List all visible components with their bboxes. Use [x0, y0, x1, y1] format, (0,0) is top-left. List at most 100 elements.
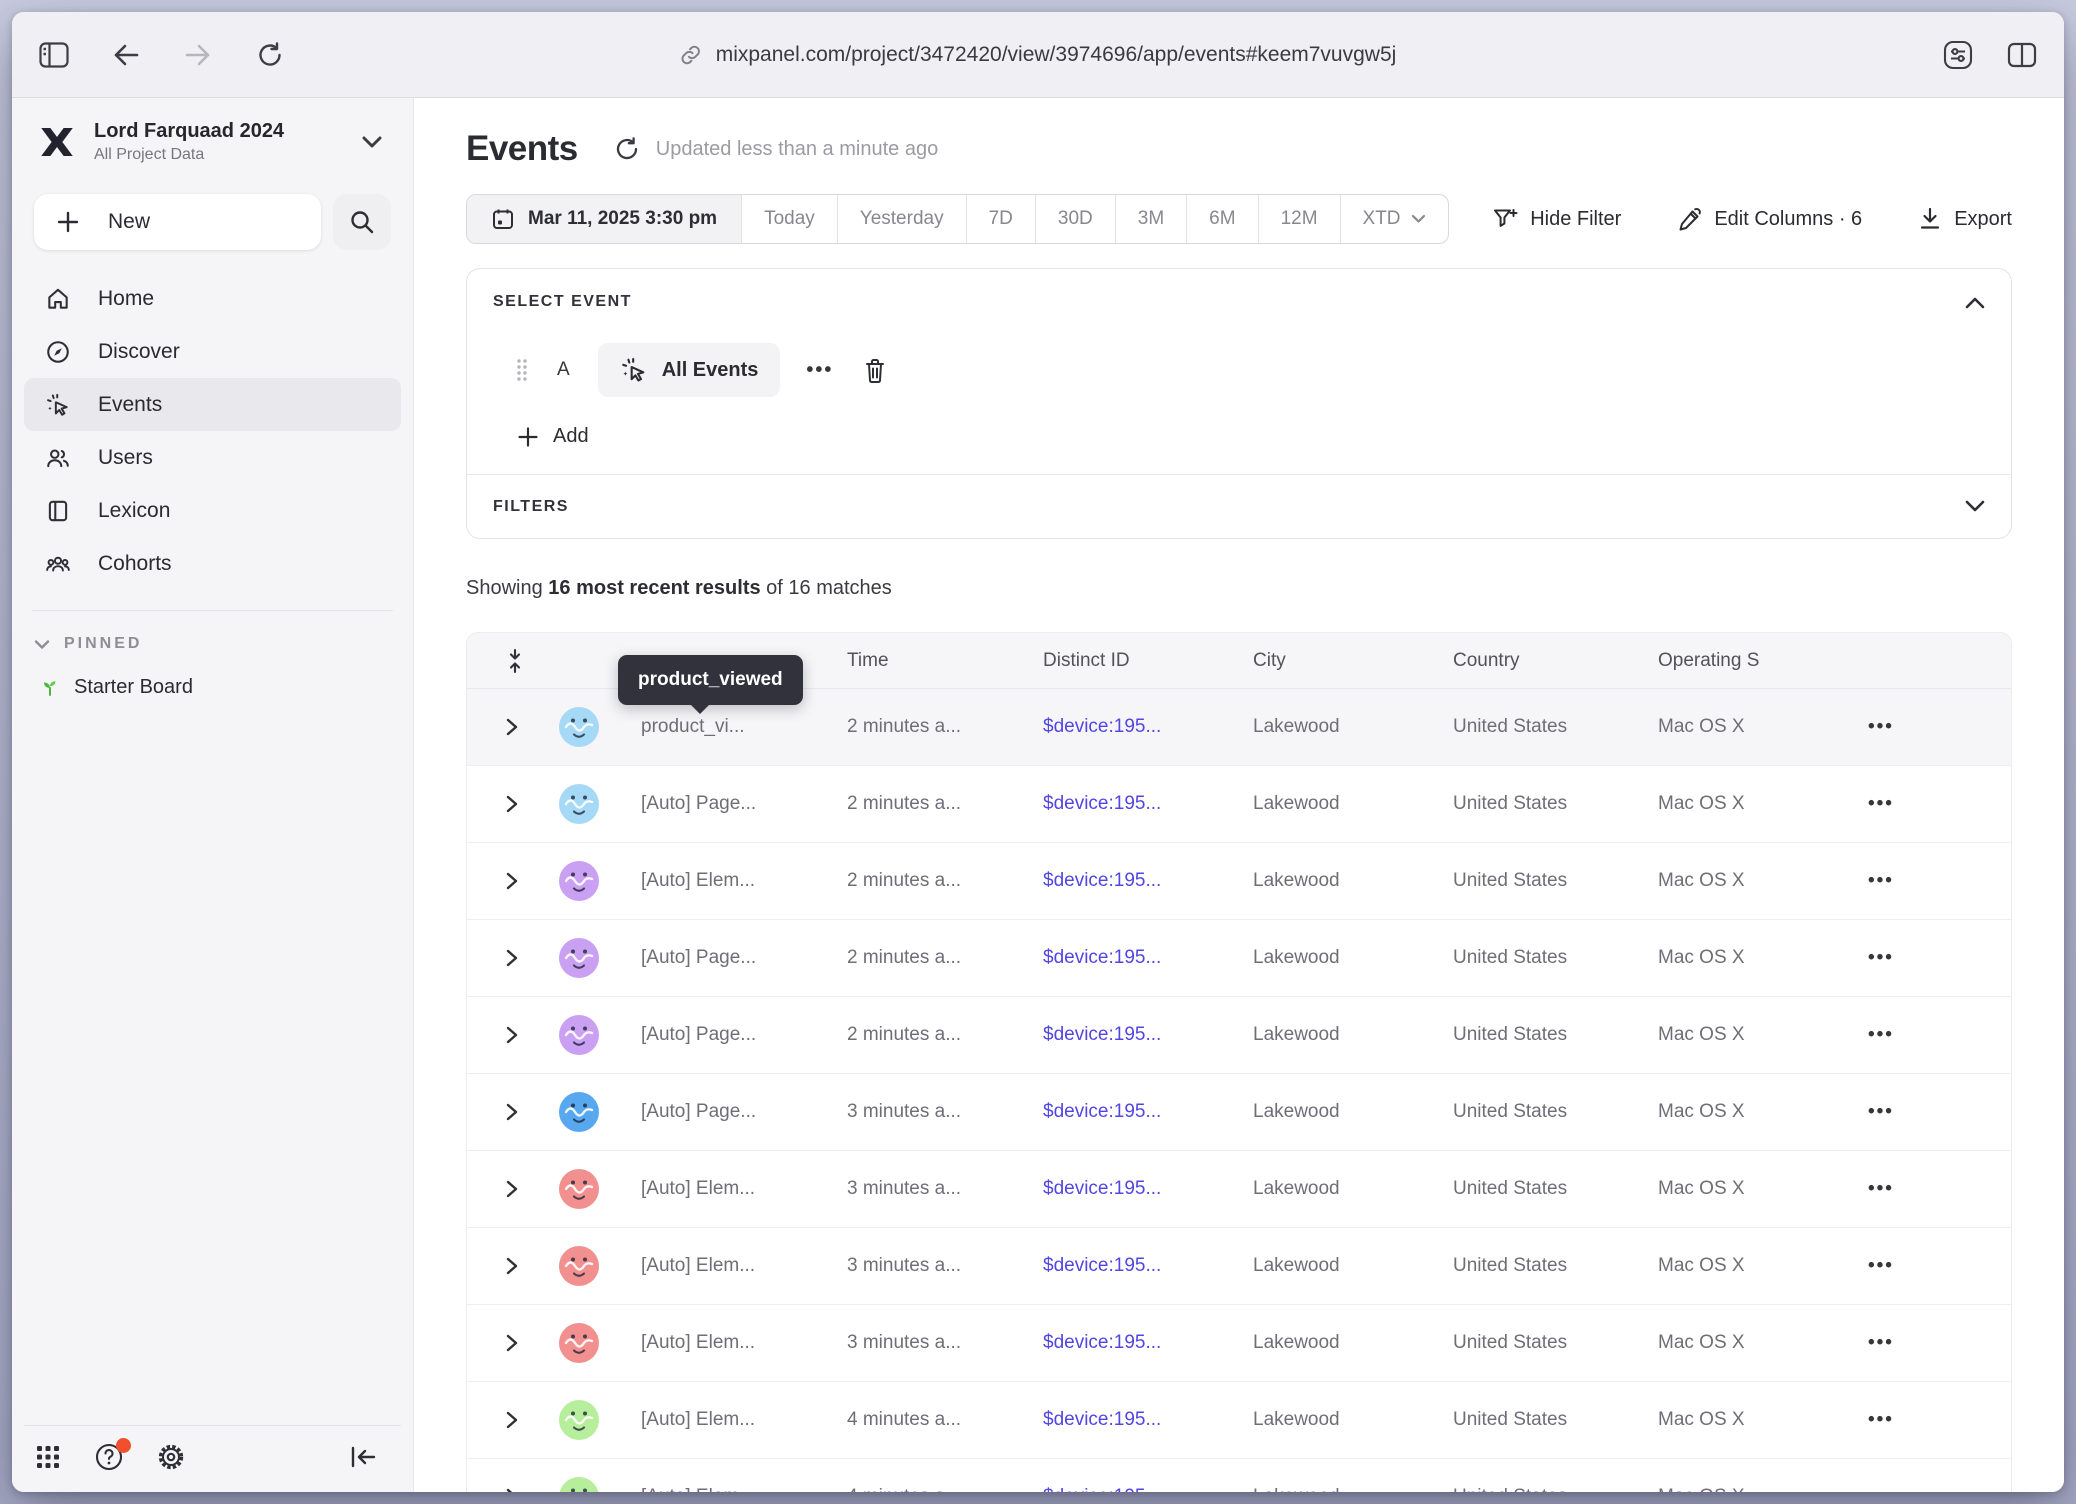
collapse-all-icon[interactable] [505, 648, 525, 674]
expand-row-icon[interactable] [505, 1487, 519, 1492]
sidebar-item-discover[interactable]: Discover [24, 325, 401, 378]
all-events-chip[interactable]: All Events [598, 343, 781, 397]
distinct-id-link[interactable]: $device:195... [1043, 1178, 1253, 1200]
row-actions-button[interactable]: ••• [1838, 793, 2011, 815]
row-actions-button[interactable]: ••• [1838, 1024, 2011, 1046]
reload-button[interactable] [254, 39, 286, 71]
datetime-segment[interactable]: Mar 11, 2025 3:30 pm [467, 195, 741, 243]
row-actions-button[interactable]: ••• [1838, 716, 2011, 738]
date-preset-button[interactable]: 30D [1035, 195, 1115, 243]
table-row[interactable]: [Auto] Page... 2 minutes a... $device:19… [467, 766, 2011, 843]
table-row[interactable]: [Auto] Page... 2 minutes a... $device:19… [467, 997, 2011, 1074]
sidebar-toggle-icon[interactable] [38, 39, 70, 71]
row-actions-button[interactable]: ••• [1838, 1178, 2011, 1200]
table-row[interactable]: [Auto] Elem... 4 minutes a... $device:19… [467, 1459, 2011, 1492]
expand-row-icon[interactable] [505, 1333, 519, 1353]
event-options-button[interactable]: ••• [806, 359, 833, 382]
sidebar-item-home[interactable]: Home [24, 272, 401, 325]
distinct-id-link[interactable]: $device:195... [1043, 1486, 1253, 1492]
expand-row-icon[interactable] [505, 794, 519, 814]
add-event-button[interactable]: Add [517, 425, 589, 448]
expand-row-icon[interactable] [505, 1256, 519, 1276]
address-bar[interactable]: mixpanel.com/project/3472420/view/397469… [680, 43, 1397, 67]
chevron-down-icon[interactable] [1965, 500, 1985, 513]
sidebar-item-events[interactable]: Events [24, 378, 401, 431]
column-header[interactable]: City [1253, 650, 1453, 672]
sidebar-item-users[interactable]: Users [24, 431, 401, 484]
expand-row-icon[interactable] [505, 871, 519, 891]
row-actions-button[interactable]: ••• [1838, 1332, 2011, 1354]
date-preset-button[interactable]: 6M [1186, 195, 1257, 243]
table-row[interactable]: [Auto] Page... 2 minutes a... $device:19… [467, 920, 2011, 997]
distinct-id-link[interactable]: $device:195... [1043, 1024, 1253, 1046]
cursor-sparkle-icon [44, 392, 72, 418]
date-preset-button[interactable]: Today [741, 195, 837, 243]
date-preset-button[interactable]: 12M [1258, 195, 1340, 243]
book-icon [44, 498, 72, 524]
search-button[interactable] [333, 194, 391, 250]
row-actions-button[interactable]: ••• [1838, 1409, 2011, 1431]
sprout-icon [38, 675, 62, 699]
table-row[interactable]: [Auto] Elem... 4 minutes a... $device:19… [467, 1382, 2011, 1459]
distinct-id-link[interactable]: $device:195... [1043, 947, 1253, 969]
distinct-id-link[interactable]: $device:195... [1043, 1255, 1253, 1277]
row-actions-button[interactable]: ••• [1838, 1101, 2011, 1123]
distinct-id-link[interactable]: $device:195... [1043, 870, 1253, 892]
split-view-icon[interactable] [2006, 39, 2038, 71]
column-header[interactable]: Time [847, 650, 1043, 672]
date-preset-button[interactable]: 7D [966, 195, 1035, 243]
table-row[interactable]: [Auto] Elem... 2 minutes a... $device:19… [467, 843, 2011, 920]
date-preset-button[interactable]: 3M [1115, 195, 1186, 243]
sidebar-item-lexicon[interactable]: Lexicon [24, 484, 401, 537]
new-button[interactable]: New [34, 194, 321, 250]
row-actions-button[interactable]: ••• [1838, 870, 2011, 892]
date-preset-button[interactable]: Yesterday [837, 195, 966, 243]
refresh-icon[interactable] [614, 136, 640, 162]
expand-row-icon[interactable] [505, 1179, 519, 1199]
back-button[interactable] [110, 39, 142, 71]
page-settings-icon[interactable] [1942, 39, 1974, 71]
expand-row-icon[interactable] [505, 1410, 519, 1430]
project-switcher[interactable]: Lord Farquaad 2024 All Project Data [24, 114, 401, 170]
event-avatar-icon [559, 707, 599, 747]
expand-row-icon[interactable] [505, 717, 519, 737]
row-actions-button[interactable]: ••• [1838, 1486, 2011, 1492]
distinct-id-link[interactable]: $device:195... [1043, 1409, 1253, 1431]
row-actions-button[interactable]: ••• [1838, 947, 2011, 969]
column-header[interactable]: Operating S [1658, 650, 1838, 672]
edit-columns-button[interactable]: Edit Columns · 6 [1677, 207, 1862, 232]
table-row[interactable]: [Auto] Elem... 3 minutes a... $device:19… [467, 1228, 2011, 1305]
export-button[interactable]: Export [1918, 206, 2012, 232]
table-row[interactable]: [Auto] Elem... 3 minutes a... $device:19… [467, 1151, 2011, 1228]
table-row[interactable]: [Auto] Page... 3 minutes a... $device:19… [467, 1074, 2011, 1151]
drag-handle-icon[interactable] [515, 357, 529, 383]
chevron-up-icon[interactable] [1965, 296, 1985, 309]
updated-status: Updated less than a minute ago [656, 138, 938, 161]
collapse-sidebar-icon[interactable] [349, 1445, 377, 1469]
xtd-segment[interactable]: XTD [1340, 195, 1448, 243]
event-name-cell: [Auto] Elem... [641, 1178, 847, 1200]
hide-filter-button[interactable]: Hide Filter [1492, 206, 1621, 232]
expand-row-icon[interactable] [505, 1102, 519, 1122]
distinct-id-link[interactable]: $device:195... [1043, 1101, 1253, 1123]
sidebar-item-starter-board[interactable]: Starter Board [34, 675, 391, 699]
distinct-id-link[interactable]: $device:195... [1043, 793, 1253, 815]
apps-grid-icon[interactable] [34, 1443, 62, 1471]
sidebar-item-label: Lexicon [98, 499, 170, 523]
forward-button[interactable] [182, 39, 214, 71]
gear-icon[interactable] [156, 1442, 186, 1472]
pinned-section-toggle[interactable]: PINNED [34, 635, 391, 653]
distinct-id-link[interactable]: $device:195... [1043, 1332, 1253, 1354]
event-avatar-icon [559, 1092, 599, 1132]
column-header[interactable]: Distinct ID [1043, 650, 1253, 672]
column-header[interactable]: Country [1453, 650, 1658, 672]
sidebar-item-cohorts[interactable]: Cohorts [24, 537, 401, 590]
distinct-id-link[interactable]: $device:195... [1043, 716, 1253, 738]
expand-row-icon[interactable] [505, 948, 519, 968]
table-row[interactable]: [Auto] Elem... 3 minutes a... $device:19… [467, 1305, 2011, 1382]
help-icon[interactable] [94, 1442, 124, 1472]
os-cell: Mac OS X [1658, 870, 1838, 892]
trash-icon[interactable] [863, 357, 887, 384]
expand-row-icon[interactable] [505, 1025, 519, 1045]
row-actions-button[interactable]: ••• [1838, 1255, 2011, 1277]
